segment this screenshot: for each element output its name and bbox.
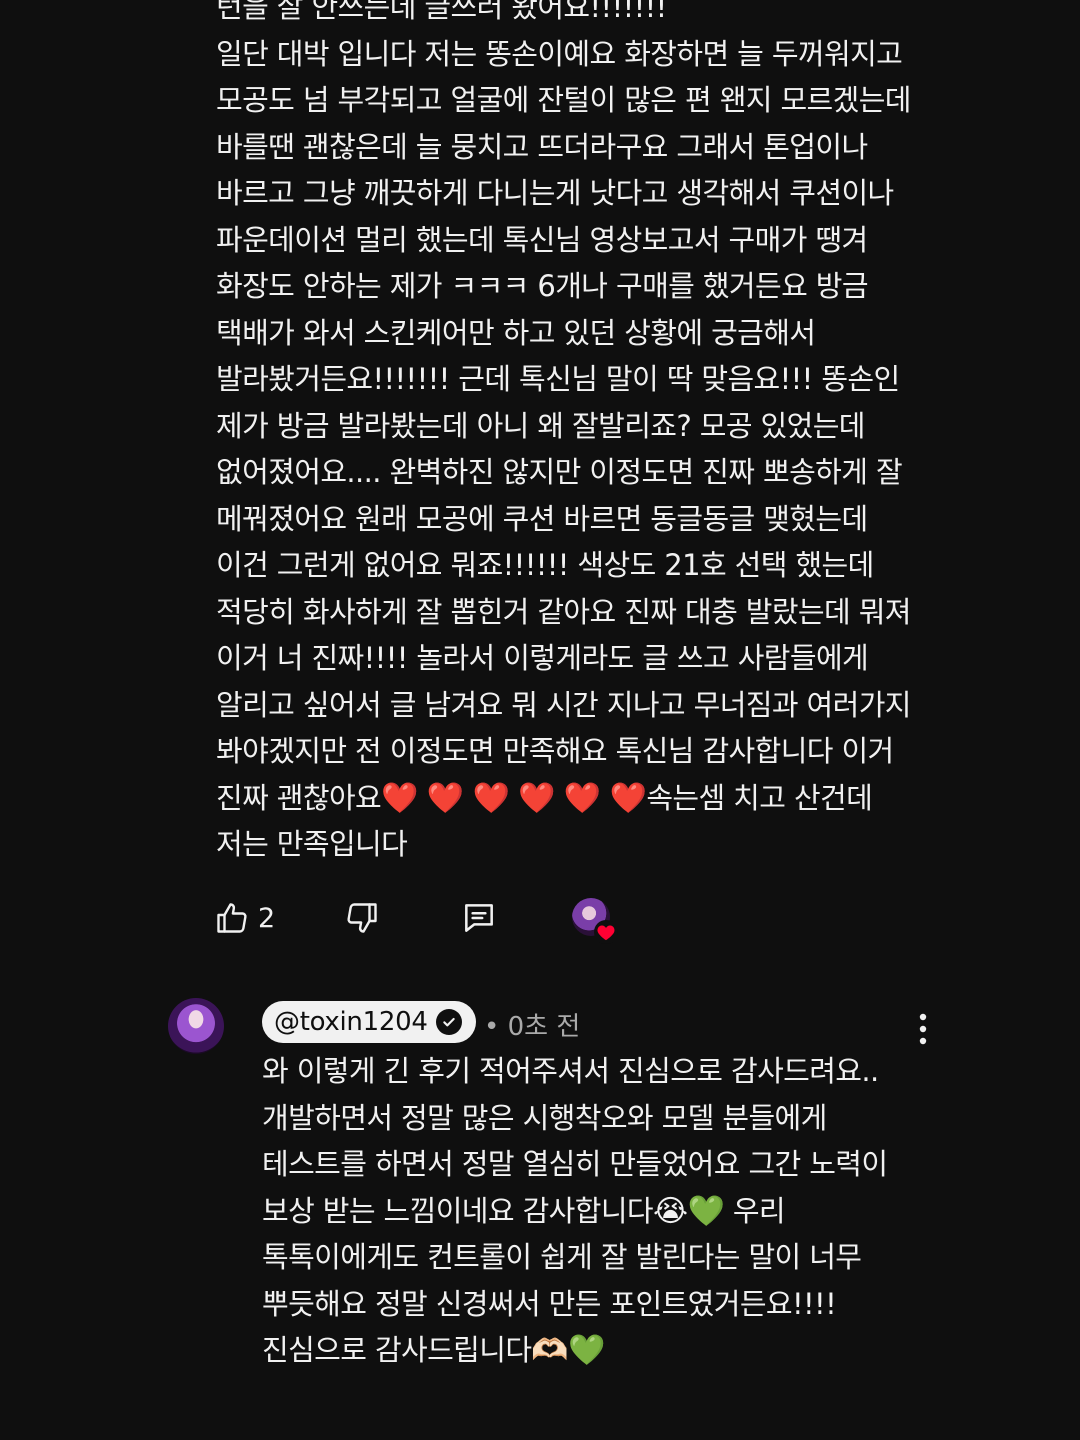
timestamp-value: 0초 전	[507, 1012, 581, 1042]
more-options-icon[interactable]	[914, 1012, 932, 1046]
comment-action-bar: 2	[214, 892, 654, 944]
comment-text: 턴을 잘 안쓰는데 글쓰러 왔어요!!!!!!! 일단 대박 입니다 저는 똥손…	[216, 0, 916, 868]
timestamp-separator: •	[484, 1012, 500, 1042]
reply-end-emojis: 🫶🏻💚	[531, 1333, 605, 1368]
thumbs-down-icon	[344, 900, 380, 936]
author-name-pill[interactable]: @toxin1204	[262, 1001, 476, 1043]
author-name: @toxin1204	[274, 1007, 428, 1037]
creator-heart-icon	[572, 898, 620, 946]
heart-icon	[594, 920, 618, 944]
like-count: 2	[258, 902, 276, 934]
avatar[interactable]	[168, 998, 224, 1054]
reply-text-body: 와 이렇게 긴 후기 적어주셔서 진심으로 감사드려요.. 개발하면서 정말 많…	[262, 1054, 897, 1228]
like-button[interactable]: 2	[214, 892, 275, 944]
comment-icon	[460, 899, 498, 937]
reply-emojis: 😭💚	[652, 1193, 725, 1229]
heart-emojis: ❤️ ❤️ ❤️ ❤️ ❤️ ❤️	[381, 780, 647, 816]
dislike-button[interactable]	[344, 892, 380, 944]
verified-check-icon	[435, 1009, 462, 1035]
reply-button[interactable]	[460, 892, 498, 944]
comment-text-body: 턴을 잘 안쓰는데 글쓰러 왔어요!!!!!!! 일단 대박 입니다 저는 똥손…	[216, 0, 911, 815]
reply-timestamp: • 0초 전	[484, 1006, 580, 1043]
thumbs-up-icon	[214, 900, 250, 936]
reply-text: 와 이렇게 긴 후기 적어주셔서 진심으로 감사드려요.. 개발하면서 정말 많…	[262, 1048, 922, 1374]
